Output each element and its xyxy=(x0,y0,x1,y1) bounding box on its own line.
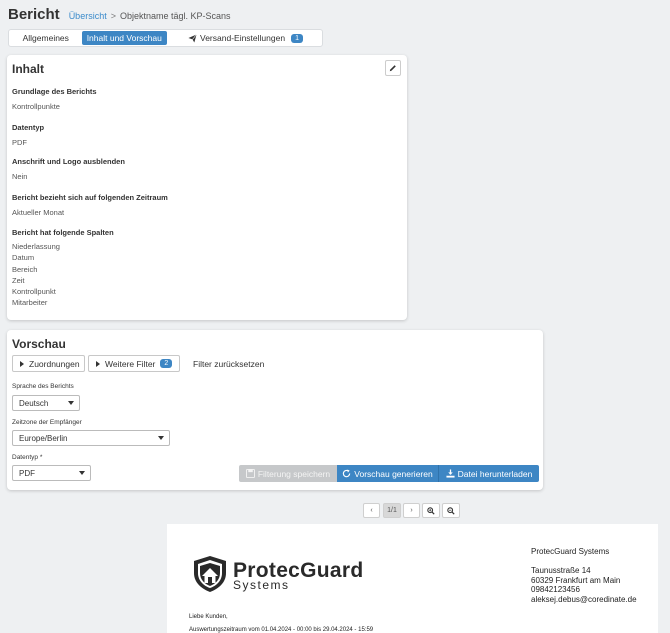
weitere-filter-button[interactable]: Weitere Filter 2 xyxy=(88,355,180,372)
paper-plane-icon xyxy=(188,33,197,43)
field-value: Nein xyxy=(12,172,28,181)
address-block: Taunusstraße 14 60329 Frankfurt am Main … xyxy=(531,566,637,604)
field-label: Bericht hat folgende Spalten xyxy=(12,228,114,237)
field-label: Anschrift und Logo ausblenden xyxy=(12,157,125,166)
field-label: Datentyp xyxy=(12,123,45,132)
inhalt-card: Inhalt Grundlage des Berichts Kontrollpu… xyxy=(7,55,407,320)
zuordnungen-button[interactable]: Zuordnungen xyxy=(12,355,85,372)
shield-house-logo-icon xyxy=(194,556,226,592)
page-indicator: 1/1 xyxy=(383,503,401,518)
datentyp-select[interactable]: PDF xyxy=(12,465,91,481)
caret-right-icon xyxy=(20,360,24,367)
list-item: Datum xyxy=(12,253,35,263)
list-item: Niederlassung xyxy=(12,242,60,251)
field-value: PDF xyxy=(12,138,27,147)
zoom-in-button[interactable] xyxy=(422,503,440,518)
field-label: Grundlage des Berichts xyxy=(12,87,97,96)
tab-bar: Allgemeines Inhalt und Vorschau Versand-… xyxy=(8,29,323,47)
zoom-out-button[interactable] xyxy=(442,503,460,518)
list-item: Kontrollpunkt xyxy=(12,287,56,297)
tab-versand-einstellungen[interactable]: Versand-Einstellungen 1 xyxy=(171,31,320,45)
sprache-label: Sprache des Berichts xyxy=(12,383,74,390)
breadcrumb-overview-link[interactable]: Übersicht xyxy=(69,11,107,21)
pencil-icon xyxy=(389,65,396,72)
tab-badge: 1 xyxy=(291,33,303,43)
pdf-preview: ProtecGuard Systems ProtecGuard Systems … xyxy=(167,524,658,633)
field-value: Kontrollpunkte xyxy=(12,102,60,111)
refresh-icon xyxy=(343,469,351,478)
zeitzone-select[interactable]: Europe/Berlin xyxy=(12,430,170,446)
sprache-select[interactable]: Deutsch xyxy=(12,395,80,411)
zoom-out-icon xyxy=(447,506,455,515)
letter-period: Auswertungszeitraum vom 01.04.2024 - 00:… xyxy=(189,627,374,633)
field-value: Aktueller Monat xyxy=(12,208,65,217)
breadcrumb-current: Objektname tägl. KP-Scans xyxy=(119,11,231,21)
reset-filter-link[interactable]: Filter zurücksetzen xyxy=(193,359,264,369)
inhalt-title: Inhalt xyxy=(12,62,44,76)
zeitzone-label: Zeitzone der Empfänger xyxy=(12,419,82,426)
floppy-disk-icon xyxy=(245,469,255,478)
list-item: Zeit xyxy=(12,275,25,285)
address-phone: 09842123456 xyxy=(531,585,580,594)
list-item: Mitarbeiter xyxy=(12,298,48,308)
caret-right-icon xyxy=(96,360,100,367)
filter-count-badge: 2 xyxy=(160,359,173,368)
filterung-speichern-button[interactable]: Filterung speichern xyxy=(239,465,337,482)
page-header: Bericht Übersicht > Objektname tägl. KP-… xyxy=(8,6,231,23)
vorschau-title: Vorschau xyxy=(12,337,66,351)
zoom-in-icon xyxy=(427,506,435,515)
datentyp-label: Datentyp * xyxy=(12,454,43,461)
letter-greeting: Liebe Kunden, xyxy=(189,614,228,620)
download-icon xyxy=(446,469,455,478)
tab-allgemeines[interactable]: Allgemeines xyxy=(11,31,81,45)
prev-page-button[interactable]: ‹ xyxy=(363,503,380,518)
next-page-button[interactable]: › xyxy=(403,503,420,518)
field-label: Bericht bezieht sich auf folgenden Zeitr… xyxy=(12,193,168,202)
vorschau-generieren-button[interactable]: Vorschau generieren xyxy=(337,465,439,482)
list-item: Bereich xyxy=(12,264,38,274)
edit-button[interactable] xyxy=(385,60,401,76)
datei-herunterladen-button[interactable]: Datei herunterladen xyxy=(439,465,539,482)
address-email: aleksej.debus@coredinate.de xyxy=(531,594,637,604)
tab-inhalt-und-vorschau[interactable]: Inhalt und Vorschau xyxy=(81,31,167,45)
chevron-down-icon xyxy=(68,401,74,405)
logo-subtitle: Systems xyxy=(233,578,290,592)
address-city: 60329 Frankfurt am Main xyxy=(531,575,621,585)
breadcrumb-separator: > xyxy=(110,11,116,21)
page-title: Bericht xyxy=(8,6,60,23)
chevron-down-icon xyxy=(79,471,85,475)
address-street: Taunusstraße 14 xyxy=(531,566,591,575)
column-list: Niederlassung Datum Bereich Zeit Kontrol… xyxy=(12,241,60,309)
vorschau-card: Vorschau Zuordnungen Weitere Filter 2 Fi… xyxy=(7,330,543,490)
company-name: ProtecGuard Systems xyxy=(531,547,610,556)
chevron-down-icon xyxy=(158,436,164,440)
